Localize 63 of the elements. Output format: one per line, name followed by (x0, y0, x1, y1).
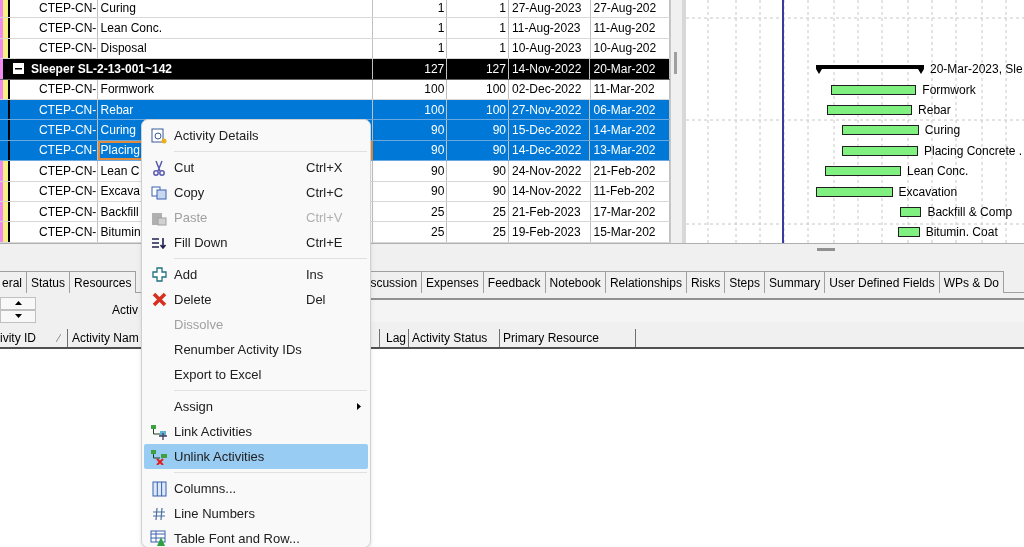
table-cell: CTEP-CN- (10, 201, 98, 222)
table-cell: 100 (447, 79, 509, 99)
bar-label: Placing Concrete . (924, 142, 1023, 160)
table-cell: 90 (372, 120, 448, 140)
bar-label: 20-Mar-2023, Sle (930, 61, 1023, 79)
table-cell: 1 (372, 0, 448, 18)
shortcut-label: Ctrl+E (306, 233, 343, 252)
table-cell: CTEP-CN- (10, 0, 98, 18)
bar-label: Curing (924, 122, 961, 140)
table-cell: 10-Aug-2023 (509, 38, 591, 59)
bar-label: Lean Conc. (907, 163, 969, 181)
table-cell: CTEP-CN- (10, 38, 98, 59)
bar-label: Rebar (918, 102, 951, 119)
bar-label: Excavation (898, 183, 958, 201)
table-cell: CTEP-CN- (10, 181, 98, 201)
table-cell: CTEP-CN- (10, 161, 98, 181)
table-cell: 14-Dec-2022 (509, 140, 591, 161)
table-cell: 25 (372, 201, 448, 222)
bar-label: Backfill & Comp (927, 204, 1013, 221)
table-cell: 1 (447, 38, 509, 59)
table-cell: CTEP-CN- (9, 99, 98, 120)
bar-label: Bitumin. Coat (925, 224, 998, 242)
table-cell: 14-Nov-2022 (509, 181, 591, 201)
table-cell: 25 (372, 222, 448, 242)
table-cell: CTEP-CN- (10, 222, 98, 242)
shortcut-label: Ctrl+V (306, 208, 343, 227)
shortcut-label: Del (306, 290, 326, 309)
table-cell: 90 (447, 140, 509, 161)
table-cell: 25 (447, 201, 509, 222)
table-cell: CTEP-CN- (9, 140, 98, 161)
table-cell: 19-Feb-2023 (509, 222, 591, 242)
table-cell: 90 (447, 120, 509, 140)
table-cell: CTEP-CN- (9, 120, 98, 140)
table-cell: 90 (447, 161, 509, 181)
table-cell: 21-Feb-2023 (509, 201, 591, 222)
table-cell: CTEP-CN- (10, 79, 98, 99)
table-cell: 90 (447, 181, 509, 201)
table-cell: 100 (447, 99, 509, 120)
shortcut-label: Ctrl+C (306, 183, 344, 202)
table-cell: 127 (447, 59, 509, 79)
bar-label: Formwork (922, 81, 976, 99)
table-cell: 25 (447, 222, 509, 242)
shortcut-label: Ins (306, 265, 324, 284)
activity-label: Activ (112, 301, 138, 319)
table-cell: 100 (372, 99, 448, 120)
table-cell: 1 (372, 18, 448, 38)
table-cell: 11-Aug-2023 (509, 18, 591, 38)
table-cell: 15-Dec-2022 (509, 120, 591, 140)
table-cell: 27-Aug-2023 (509, 0, 591, 18)
table-cell: CTEP-CN- (10, 18, 98, 38)
table-cell: 100 (372, 79, 448, 99)
table-cell: 1 (372, 38, 448, 59)
table-cell: 02-Dec-2022 (509, 79, 591, 99)
table-cell: 90 (372, 161, 448, 181)
wbs-name: Sleeper SL-2-13-001~142 (30, 60, 173, 78)
table-cell: 127 (372, 59, 448, 79)
table-cell: 90 (372, 181, 448, 201)
table-cell: 24-Nov-2022 (509, 161, 591, 181)
table-cell: 14-Nov-2022 (508, 59, 591, 79)
table-cell: 1 (447, 0, 509, 18)
table-cell: 1 (447, 18, 509, 38)
table-cell: 27-Nov-2022 (509, 99, 591, 120)
table-cell: 90 (372, 140, 448, 161)
